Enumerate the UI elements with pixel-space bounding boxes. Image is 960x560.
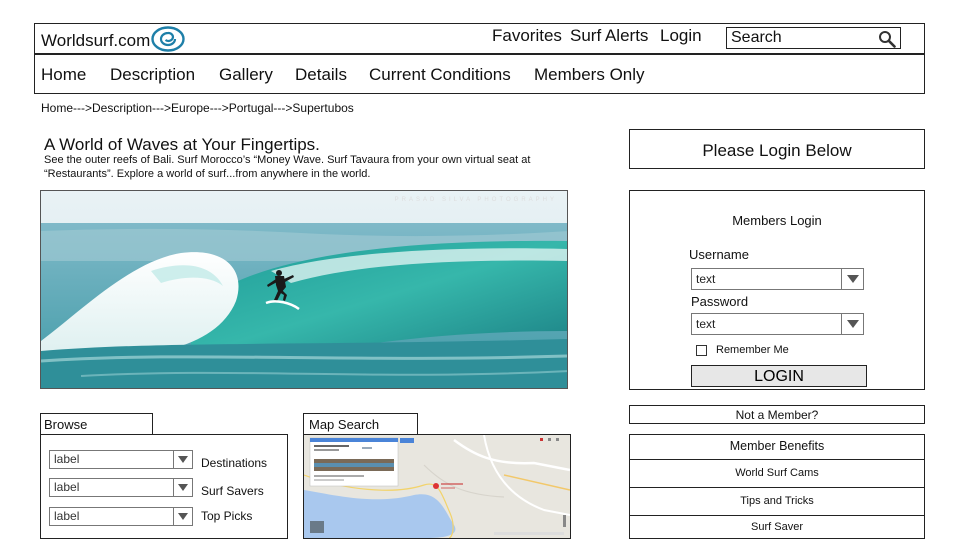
login-link[interactable]: Login [660,26,702,46]
browse-tab[interactable]: Browse [40,413,153,435]
favorites-link[interactable]: Favorites [492,26,562,46]
nav-current-conditions[interactable]: Current Conditions [369,65,511,85]
surf-savers-select-value: label [54,480,80,494]
map-search-panel[interactable] [303,434,571,539]
password-value: text [696,317,716,331]
member-benefits-panel: Member Benefits World Surf Cams Tips and… [629,434,925,539]
top-picks-label: Top Picks [201,509,253,523]
members-login-panel: Members Login Username text Password tex… [629,190,925,390]
surf-alerts-link[interactable]: Surf Alerts [570,26,648,46]
nav-details[interactable]: Details [295,65,347,85]
not-a-member-link[interactable]: Not a Member? [629,405,925,424]
surf-wave-illustration [41,191,567,388]
nav-gallery[interactable]: Gallery [219,65,273,85]
benefit-surf-saver[interactable]: Surf Saver [630,515,924,539]
nav-description[interactable]: Description [110,65,195,85]
map-thumbnail[interactable] [304,435,570,538]
password-label: Password [691,294,749,309]
password-field[interactable]: text [691,313,864,335]
search-box [726,27,901,49]
browse-panel: label Destinations label Surf Savers lab… [40,434,288,539]
members-login-title: Members Login [732,213,822,228]
login-header: Please Login Below [629,129,925,169]
destinations-select-value: label [54,452,80,466]
search-input[interactable] [731,29,871,47]
chevron-down-icon[interactable] [173,451,192,468]
chevron-down-icon[interactable] [841,269,863,289]
chevron-down-icon[interactable] [173,479,192,496]
benefit-world-surf-cams[interactable]: World Surf Cams [630,459,924,487]
login-button[interactable]: LOGIN [691,365,867,387]
search-icon[interactable] [878,30,896,48]
surf-savers-label: Surf Savers [201,484,264,498]
member-benefits-title: Member Benefits [729,439,825,453]
username-value: text [696,272,716,286]
breadcrumb[interactable]: Home--->Description--->Europe--->Portuga… [41,101,354,115]
site-logo-text[interactable]: Worldsurf.com [41,31,150,51]
top-header: Worldsurf.com Favorites Surf Alerts Logi… [34,23,925,55]
spiral-wave-logo-icon [151,26,185,52]
nav-home[interactable]: Home [41,65,86,85]
top-picks-select[interactable]: label [49,507,193,526]
chevron-down-icon[interactable] [841,314,863,334]
top-picks-select-value: label [54,509,80,523]
hero-title: A World of Waves at Your Fingertips. [44,135,320,154]
hero-surf-photo: PRASAD SILVA PHOTOGRAPHY [40,190,568,389]
surf-savers-select[interactable]: label [49,478,193,497]
destinations-label: Destinations [201,456,268,470]
remember-me-checkbox[interactable] [696,345,707,356]
chevron-down-icon[interactable] [173,508,192,525]
benefit-tips-and-tricks[interactable]: Tips and Tricks [630,487,924,515]
username-field[interactable]: text [691,268,864,290]
destinations-select[interactable]: label [49,450,193,469]
photo-watermark: PRASAD SILVA PHOTOGRAPHY [394,197,557,203]
username-label: Username [689,247,749,262]
map-search-tab[interactable]: Map Search [303,413,418,435]
main-nav: Home Description Gallery Details Current… [34,55,925,94]
remember-me-label: Remember Me [716,344,789,356]
hero-description: See the outer reefs of Bali. Surf Morocc… [44,154,531,180]
nav-members-only[interactable]: Members Only [534,65,645,85]
